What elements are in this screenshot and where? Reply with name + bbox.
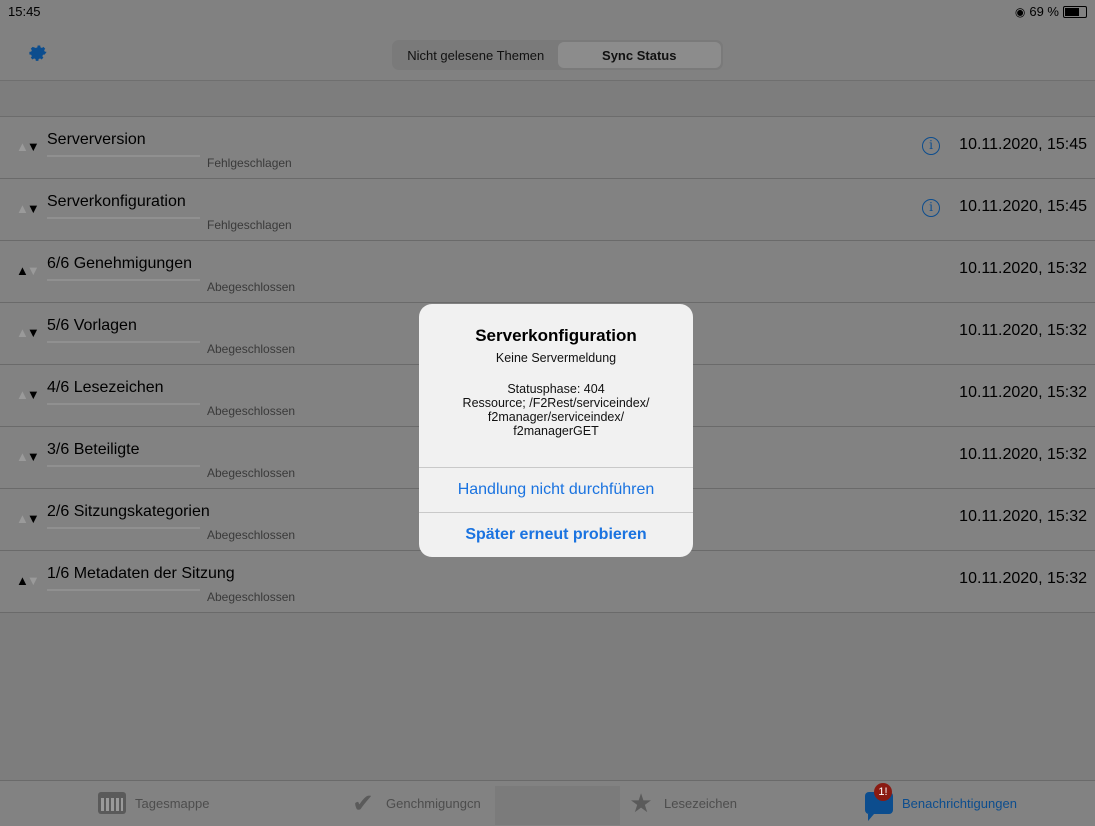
- status-time: 15:45: [8, 4, 41, 19]
- sort-arrows-icon[interactable]: ▲▼: [16, 511, 40, 526]
- row-date: 10.11.2020, 15:32: [959, 570, 1087, 587]
- segment-sync-status[interactable]: Sync Status: [557, 42, 721, 68]
- sync-row[interactable]: ▲▼ 1/6 Metadaten der Sitzung Abegeschlosse…: [0, 551, 1095, 613]
- alert-dialog: Serverkonfiguration Keine Servermeldung …: [419, 304, 693, 557]
- row-title: 6/6 Genehmigungen: [47, 255, 192, 272]
- progress-bar: [47, 155, 200, 157]
- sync-row[interactable]: ▲▼ 6/6 Genehmigungen Abegeschlossen 10.11.2…: [0, 241, 1095, 303]
- progress-bar: [47, 279, 200, 281]
- tab-label-benachrichtigungen: Benachrichtigungen: [902, 795, 1017, 811]
- arrow-up-icon: ▲: [16, 449, 29, 464]
- info-icon[interactable]: i: [922, 137, 940, 155]
- arrow-down-icon: ▼: [26, 139, 40, 154]
- retry-later-button[interactable]: Später erneut probieren: [419, 512, 693, 557]
- arrow-up-icon: ▲: [16, 511, 29, 526]
- arrow-down-icon: ▼: [26, 201, 40, 216]
- segment-unread-topics[interactable]: Nicht gelesene Themen: [394, 42, 558, 68]
- chat-bubble-icon: 1!: [864, 783, 894, 821]
- row-date: 10.11.2020, 15:32: [959, 260, 1087, 277]
- progress-bar: [47, 465, 200, 467]
- arrow-up-icon: ▲: [16, 263, 29, 278]
- gear-icon[interactable]: [27, 42, 49, 64]
- row-status: Abegeschlossen: [207, 528, 296, 542]
- info-icon[interactable]: i: [922, 199, 940, 217]
- nav-bar: Nicht gelesene Themen Sync Status: [0, 22, 1095, 81]
- sort-arrows-icon[interactable]: ▲▼: [16, 201, 40, 216]
- arrow-up-icon: ▲: [16, 387, 29, 402]
- calendar-icon: [97, 791, 127, 815]
- row-status: Abegeschlossen: [207, 404, 296, 418]
- section-header: [0, 81, 1095, 117]
- row-status: Fehlgeschlagen: [207, 218, 292, 232]
- alert-detail: Statusphase: 404 Ressource; /F2Rest/serv…: [462, 382, 650, 438]
- tab-benachrichtigungen[interactable]: 1! Benachrichtigungen: [864, 783, 1017, 821]
- status-right: ◉ 69 %: [1015, 4, 1087, 19]
- row-title: 1/6 Metadaten der Sitzung: [47, 565, 235, 582]
- progress-bar: [47, 589, 200, 591]
- sort-arrows-icon[interactable]: ▲▼: [16, 573, 40, 588]
- star-icon: ★: [629, 787, 653, 818]
- wifi-icon: ◉: [1014, 4, 1026, 19]
- tab-lesezeichen[interactable]: ★ Lesezeichen: [626, 787, 737, 818]
- row-title: Serverkonfiguration: [47, 193, 186, 210]
- row-title: 2/6 Sitzungskategorien: [47, 503, 210, 520]
- arrow-up-icon: ▲: [16, 139, 29, 154]
- arrow-down-icon: ▼: [26, 387, 40, 402]
- row-title: 4/6 Lesezeichen: [47, 379, 164, 396]
- row-status: Abegeschlossen: [207, 280, 296, 294]
- row-date: 10.11.2020, 15:32: [959, 322, 1087, 339]
- sort-arrows-icon[interactable]: ▲▼: [16, 139, 40, 154]
- sort-arrows-icon[interactable]: ▲▼: [16, 263, 40, 278]
- arrow-down-icon: ▼: [26, 449, 40, 464]
- tab-placeholder: [495, 786, 620, 825]
- arrow-down-icon: ▼: [26, 325, 40, 340]
- arrow-down-icon: ▼: [26, 263, 40, 278]
- arrow-up-icon: ▲: [16, 325, 29, 340]
- segmented-control: Nicht gelesene Themen Sync Status: [392, 40, 723, 70]
- row-status: Abegeschlossen: [207, 466, 296, 480]
- tab-label-tagesmappe: Tagesmappe: [135, 795, 210, 811]
- tab-genehmigungen[interactable]: ✔ Genchmigungcn: [348, 787, 481, 818]
- progress-bar: [47, 217, 200, 219]
- status-bar: 15:45 ◉ 69 %: [0, 0, 1095, 22]
- sync-row[interactable]: ▲▼ Serverversion Fehlgeschlagen i 10.11.2020…: [0, 117, 1095, 179]
- sort-arrows-icon[interactable]: ▲▼: [16, 449, 40, 464]
- progress-bar: [47, 403, 200, 405]
- arrow-down-icon: ▼: [26, 511, 40, 526]
- alert-message: Keine Servermeldung: [495, 351, 617, 365]
- arrow-up-icon: ▲: [16, 201, 29, 216]
- row-title: Serverversion: [47, 131, 146, 148]
- row-date: 10.11.2020, 15:32: [959, 384, 1087, 401]
- battery-percent: 69 %: [1029, 4, 1059, 19]
- cancel-action-button[interactable]: Handlung nicht durchführen: [419, 467, 693, 512]
- row-status: Fehlgeschlagen: [207, 156, 292, 170]
- row-date: 10.11.2020, 15:32: [959, 508, 1087, 525]
- arrow-up-icon: ▲: [16, 573, 29, 588]
- tab-label-lesezeichen: Lesezeichen: [664, 795, 737, 811]
- battery-icon: [1063, 5, 1087, 18]
- progress-bar: [47, 527, 200, 529]
- sort-arrows-icon[interactable]: ▲▼: [16, 387, 40, 402]
- row-status: Abegeschlossen: [207, 590, 296, 604]
- row-title: 5/6 Vorlagen: [47, 317, 137, 334]
- alert-title: Serverkonfiguration: [475, 326, 637, 345]
- progress-bar: [47, 341, 200, 343]
- tab-label-genehmigungen: Genchmigungcn: [386, 795, 481, 811]
- tab-tagesmappe[interactable]: Tagesmappe: [97, 791, 209, 815]
- row-date: 10.11.2020, 15:32: [959, 446, 1087, 463]
- arrow-down-icon: ▼: [26, 573, 40, 588]
- row-date: 10.11.2020, 15:45: [959, 198, 1087, 215]
- sort-arrows-icon[interactable]: ▲▼: [16, 325, 40, 340]
- row-date: 10.11.2020, 15:45: [959, 136, 1087, 153]
- check-seal-icon: ✔: [352, 787, 374, 818]
- notification-badge: 1!: [874, 783, 892, 801]
- row-title: 3/6 Beteiligte: [47, 441, 140, 458]
- row-status: Abegeschlossen: [207, 342, 296, 356]
- sync-row[interactable]: ▲▼ Serverkonfiguration Fehlgeschlagen i 10.1…: [0, 179, 1095, 241]
